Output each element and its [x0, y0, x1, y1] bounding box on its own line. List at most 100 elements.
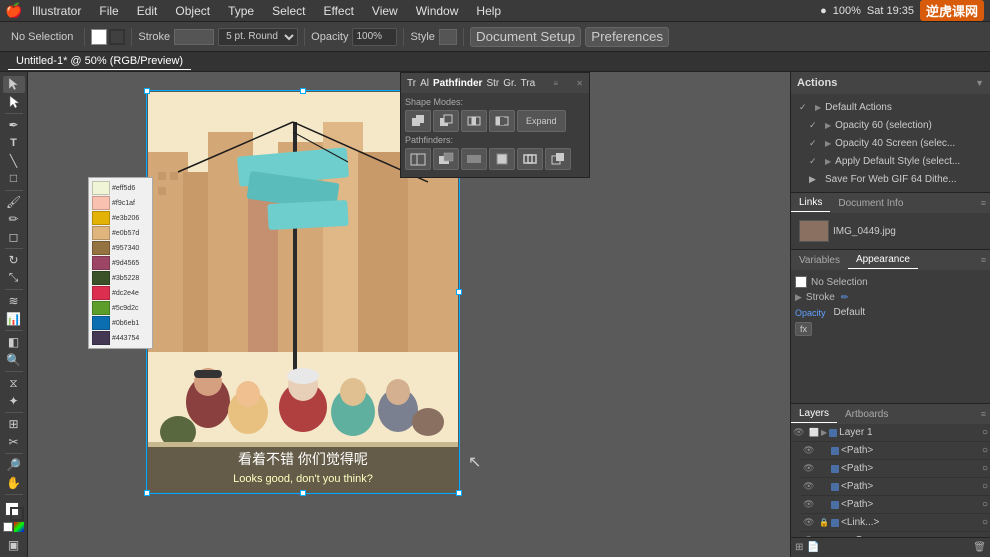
- minus-front-btn[interactable]: [433, 110, 459, 132]
- action-row-1[interactable]: ✓ ▶ Opacity 60 (selection): [805, 116, 986, 134]
- apple-menu[interactable]: 🍎: [6, 3, 22, 19]
- slice-tool[interactable]: ✂: [3, 434, 25, 451]
- palette-swatch-10[interactable]: [92, 316, 110, 330]
- layer-eye-1[interactable]: 👁: [793, 427, 807, 438]
- outline-btn[interactable]: [517, 148, 543, 170]
- layers-collapse[interactable]: ≡: [977, 409, 990, 419]
- preferences-button[interactable]: Preferences: [585, 27, 669, 47]
- palette-swatch-3[interactable]: [92, 211, 110, 225]
- pen-tool[interactable]: ✒: [3, 117, 25, 134]
- linked-file-row[interactable]: IMG_0449.jpg: [795, 217, 986, 245]
- stroke-color[interactable]: [10, 507, 24, 521]
- none-color[interactable]: [3, 522, 13, 532]
- layer-lock-1[interactable]: ⬜: [809, 428, 819, 437]
- graph-tool[interactable]: 📊: [3, 311, 25, 328]
- layer-target-p1[interactable]: ○: [982, 445, 988, 456]
- appearance-tab[interactable]: Appearance: [848, 251, 918, 269]
- canvas-area[interactable]: #eff5d6 #f9c1af #e3b206 #e0b57d #957340 …: [28, 72, 790, 557]
- make-sublayer-btn[interactable]: ⊞: [795, 542, 803, 553]
- trim-btn[interactable]: [433, 148, 459, 170]
- palette-swatch-8[interactable]: [92, 286, 110, 300]
- palette-swatch-5[interactable]: [92, 241, 110, 255]
- merge-btn[interactable]: [461, 148, 487, 170]
- stroke-swatch[interactable]: [109, 29, 125, 45]
- layer-eye-p4[interactable]: 👁: [803, 499, 817, 510]
- menu-illustrator[interactable]: Illustrator: [24, 2, 89, 20]
- style-swatch[interactable]: [439, 29, 457, 45]
- stroke-pencil-icon[interactable]: ✏: [841, 292, 849, 303]
- layer-row-path-4[interactable]: 👁 <Path> ○: [801, 496, 990, 514]
- delete-layer-btn[interactable]: 🗑: [973, 542, 986, 553]
- document-setup-button[interactable]: Document Setup: [470, 27, 581, 47]
- layer-target-p4[interactable]: ○: [982, 499, 988, 510]
- layer-eye-lk[interactable]: 👁: [803, 517, 817, 528]
- pf-collapse-btn[interactable]: ≡: [553, 79, 558, 88]
- layer-row-link[interactable]: 👁 🔒 <Link...> ○: [801, 514, 990, 532]
- layer-eye-p3[interactable]: 👁: [803, 481, 817, 492]
- layer-target-p2[interactable]: ○: [982, 463, 988, 474]
- menu-file[interactable]: File: [91, 2, 126, 20]
- palette-swatch-6[interactable]: [92, 256, 110, 270]
- palette-swatch-9[interactable]: [92, 301, 110, 315]
- new-layer-btn[interactable]: 📄: [807, 542, 819, 553]
- selection-tool[interactable]: [3, 76, 25, 93]
- eraser-tool[interactable]: ◻: [3, 229, 25, 246]
- blend-tool[interactable]: ⧖: [3, 375, 25, 392]
- crop-btn[interactable]: [489, 148, 515, 170]
- menu-effect[interactable]: Effect: [315, 2, 361, 20]
- doc-info-tab[interactable]: Document Info: [830, 195, 911, 212]
- gradient-tool[interactable]: ◧: [3, 334, 25, 351]
- layer-row-path-3[interactable]: 👁 <Path> ○: [801, 478, 990, 496]
- action-row-4[interactable]: ▶ Save For Web GIF 64 Dithe...: [805, 170, 986, 188]
- pf-tab-gr[interactable]: Gr.: [503, 78, 516, 89]
- shape-tool[interactable]: □: [3, 170, 25, 187]
- warp-tool[interactable]: ≋: [3, 293, 25, 310]
- zoom-tool[interactable]: 🔎: [3, 457, 25, 474]
- pf-close-btn[interactable]: ✕: [576, 79, 583, 88]
- fill-swatch[interactable]: [91, 29, 107, 45]
- palette-swatch-4[interactable]: [92, 226, 110, 240]
- layer-row-path-2[interactable]: 👁 <Path> ○: [801, 460, 990, 478]
- artboards-tab-btn[interactable]: Artboards: [837, 406, 896, 423]
- palette-swatch-1[interactable]: [92, 181, 110, 195]
- color-swatch-area[interactable]: [3, 500, 25, 517]
- layer-target-lk[interactable]: ○: [982, 517, 988, 528]
- actions-collapse-icon[interactable]: ▼: [975, 78, 984, 88]
- pencil-tool[interactable]: ✏: [3, 211, 25, 228]
- opacity-input[interactable]: [352, 28, 397, 46]
- pf-tab-al[interactable]: Al: [420, 78, 429, 89]
- eyedropper-tool[interactable]: 🔍: [3, 352, 25, 369]
- unite-btn[interactable]: [405, 110, 431, 132]
- stroke-color-picker[interactable]: [174, 29, 214, 45]
- menu-object[interactable]: Object: [167, 2, 218, 20]
- direct-selection-tool[interactable]: [3, 94, 25, 111]
- gradient-color[interactable]: [14, 522, 24, 532]
- stroke-weight-select[interactable]: 5 pt. Round: [218, 28, 298, 46]
- default-actions-row[interactable]: ✓ ▶ Default Actions: [795, 98, 986, 116]
- symbol-tool[interactable]: ✦: [3, 393, 25, 410]
- action-row-3[interactable]: ✓ ▶ Apply Default Style (select...: [805, 152, 986, 170]
- exclude-btn[interactable]: [489, 110, 515, 132]
- action-row-2[interactable]: ✓ ▶ Opacity 40 Screen (selec...: [805, 134, 986, 152]
- layer-target-p3[interactable]: ○: [982, 481, 988, 492]
- pf-tab-tr[interactable]: Tr: [407, 78, 416, 89]
- variables-tab[interactable]: Variables: [791, 252, 848, 269]
- appearance-collapse[interactable]: ≡: [977, 255, 990, 265]
- links-tab[interactable]: Links: [791, 194, 830, 212]
- paintbrush-tool[interactable]: 🖌: [3, 193, 25, 210]
- actions-panel-header[interactable]: Actions ▼: [791, 72, 990, 94]
- screen-mode-tool[interactable]: ▣: [3, 537, 25, 554]
- scale-tool[interactable]: ⤡: [3, 270, 25, 287]
- pf-tab-tra[interactable]: Tra: [521, 78, 536, 89]
- fx-button[interactable]: fx: [795, 322, 812, 336]
- palette-swatch-7[interactable]: [92, 271, 110, 285]
- menu-window[interactable]: Window: [408, 2, 467, 20]
- palette-swatch-2[interactable]: [92, 196, 110, 210]
- palette-swatch-11[interactable]: [92, 331, 110, 345]
- type-tool[interactable]: T: [3, 135, 25, 152]
- expand-button[interactable]: Expand: [517, 110, 566, 132]
- line-tool[interactable]: ╲: [3, 152, 25, 169]
- menu-help[interactable]: Help: [468, 2, 509, 20]
- intersect-btn[interactable]: [461, 110, 487, 132]
- pf-tab-pathfinder[interactable]: Pathfinder: [433, 78, 482, 89]
